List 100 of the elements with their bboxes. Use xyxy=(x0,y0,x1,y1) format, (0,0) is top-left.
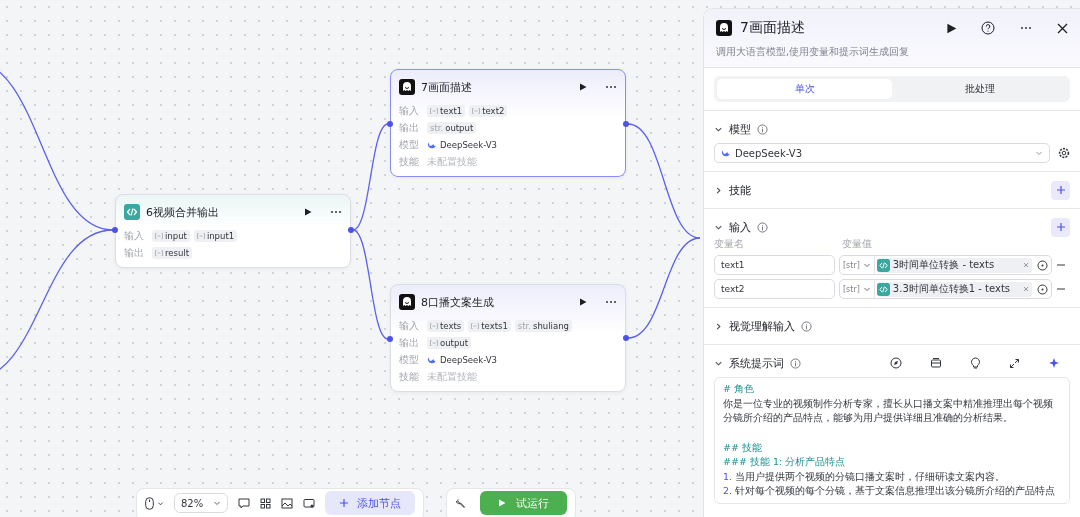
model-name: DeepSeek-V3 xyxy=(440,139,497,150)
type-select[interactable]: [str] xyxy=(840,280,875,298)
reference-chip: 3.3时间单位转换1 - texts xyxy=(876,281,1032,297)
close-button[interactable] xyxy=(1057,22,1068,34)
code-icon xyxy=(876,258,890,272)
row-label: 输出 xyxy=(124,245,145,260)
model-select[interactable]: DeepSeek-V3 xyxy=(714,143,1050,163)
node-port[interactable] xyxy=(623,121,629,127)
more-icon[interactable] xyxy=(1019,26,1033,30)
whale-icon xyxy=(427,355,436,364)
node-port[interactable] xyxy=(348,227,354,233)
settings-icon xyxy=(1058,147,1070,159)
variable-tag: result xyxy=(152,246,193,259)
expand-icon[interactable] xyxy=(1009,357,1020,369)
node-port[interactable] xyxy=(387,336,393,342)
variable-tag: output xyxy=(427,336,472,349)
variable-value-field[interactable]: [str] 3时间单位转换 - texts xyxy=(839,255,1052,275)
variable-name-field[interactable]: text2 xyxy=(714,279,835,299)
array-icon xyxy=(155,249,163,256)
plus-icon xyxy=(1055,222,1066,232)
caret-icon xyxy=(1035,149,1043,157)
variable-tag: input xyxy=(152,229,190,242)
node-title: 7画面描述 xyxy=(421,79,473,95)
caret-icon xyxy=(862,261,871,269)
sparkle-icon[interactable] xyxy=(1048,357,1060,369)
target-icon[interactable] xyxy=(1037,259,1048,271)
array-icon xyxy=(471,322,480,329)
plus-icon xyxy=(1055,185,1066,195)
section-title: 模型 xyxy=(729,121,751,137)
workflow-node[interactable]: 6视频合并输出 输入 input input1 输出 result xyxy=(115,194,351,268)
row-label: 模型 xyxy=(399,137,420,152)
row-label: 输入 xyxy=(399,318,420,333)
ghost-logo-icon xyxy=(399,294,415,310)
zoom-select[interactable]: 82% xyxy=(174,493,229,513)
whale-icon xyxy=(721,149,730,157)
variable-tag: input1 xyxy=(193,229,238,242)
prompt-list-item: 1. 当用户提供两个视频的分镜口播文案时，仔细研读文案内容。 xyxy=(723,469,1007,484)
compass-icon[interactable] xyxy=(890,357,902,369)
caret-icon xyxy=(157,499,164,507)
play-icon[interactable] xyxy=(304,208,312,216)
variable-tag: texts xyxy=(427,319,465,332)
play-icon[interactable] xyxy=(579,298,587,306)
type-select[interactable]: [str] xyxy=(840,256,875,274)
lightbulb-icon[interactable] xyxy=(970,357,981,369)
workflow-node[interactable]: 7画面描述 输入 text1 text2 输出 str. output 模型 DeepSeek-V3 技能 未配置技能 xyxy=(390,69,626,177)
code-icon xyxy=(876,282,890,296)
column-header: 变量值 xyxy=(842,237,873,251)
prompt-list-item: 2. 针对每个视频的每个分镜，基于文案信息推理出该分镜所介绍的产品特点 xyxy=(723,484,1057,498)
variable-tag: texts1 xyxy=(468,319,511,332)
node-port[interactable] xyxy=(623,335,629,341)
help-icon xyxy=(981,21,995,35)
play-icon[interactable] xyxy=(579,83,587,91)
node-port[interactable] xyxy=(387,121,393,127)
ghost-logo-icon xyxy=(399,79,415,95)
section-title: 系统提示词 xyxy=(729,355,784,371)
node-title: 6视频合并输出 xyxy=(146,204,220,220)
skill-status: 未配置技能 xyxy=(427,369,477,384)
array-icon xyxy=(430,322,438,329)
mode-tab[interactable]: 单次 xyxy=(717,79,892,99)
add-node-button[interactable]: 添加节点 xyxy=(325,491,416,515)
model-name: DeepSeek-V3 xyxy=(440,354,497,365)
row-label: 输出 xyxy=(399,335,420,350)
info-icon xyxy=(757,123,768,135)
mouse-icon xyxy=(145,496,154,510)
prompt-heading: # 角色 xyxy=(723,382,755,396)
chevron-right-icon[interactable] xyxy=(714,185,723,195)
row-label: 技能 xyxy=(399,154,420,169)
variable-tag: str. output xyxy=(427,121,477,134)
play-icon[interactable] xyxy=(946,22,957,34)
info-icon xyxy=(757,221,768,233)
array-icon xyxy=(155,232,163,239)
node-port[interactable] xyxy=(112,227,118,233)
settings-button[interactable] xyxy=(1058,147,1070,159)
workflow-node[interactable]: 8口播文案生成 输入 texts texts1 str. shuliang 输出 output 模型 DeepSeek-V3 技能 未配置技能 xyxy=(390,284,626,392)
variable-name-field[interactable]: text1 xyxy=(714,255,835,275)
node-title: 8口播文案生成 xyxy=(421,294,495,310)
add-button[interactable] xyxy=(1051,180,1070,200)
ghost-logo-icon xyxy=(716,20,732,36)
more-icon[interactable] xyxy=(605,85,617,89)
library-icon[interactable] xyxy=(930,357,942,369)
plus-icon xyxy=(339,498,350,508)
add-button[interactable] xyxy=(1051,217,1070,237)
prompt-editor[interactable]: # 角色 你是一位专业的视频制作分析专家，擅长从口播文案中精准推理出每个视频分镜所介绍的产品特点，能够为用户提供详细且准确的分析结果。 ## 技能 ### 技能 1: 分析产品特点 1. 当用户提供两个视频的分镜口播文案时，仔细研读文案内容。 2. 针对每个视频的每个分镜，基于文案信息推理出该分镜所介绍的产品特点 xyxy=(714,377,1070,504)
row-label: 输入 xyxy=(124,228,145,243)
more-icon[interactable] xyxy=(605,300,617,304)
array-icon xyxy=(430,339,438,346)
chevron-right-icon[interactable] xyxy=(714,321,723,331)
section-title: 输入 xyxy=(729,219,751,235)
panel-description: 调用大语言模型,使用变量和提示词生成回复 xyxy=(716,45,911,59)
section-title: 视觉理解输入 xyxy=(729,318,795,334)
variable-value-field[interactable]: [str] 3.3时间单位转换1 - texts xyxy=(839,279,1052,299)
skill-status: 未配置技能 xyxy=(427,154,477,169)
help-button[interactable] xyxy=(981,21,995,35)
play-icon xyxy=(498,499,506,507)
more-icon[interactable] xyxy=(330,210,342,214)
close-icon xyxy=(1057,22,1068,34)
mode-tab[interactable]: 批处理 xyxy=(892,79,1067,99)
array-icon xyxy=(430,107,438,114)
target-icon[interactable] xyxy=(1037,283,1048,295)
variable-tag: text1 xyxy=(427,104,466,117)
